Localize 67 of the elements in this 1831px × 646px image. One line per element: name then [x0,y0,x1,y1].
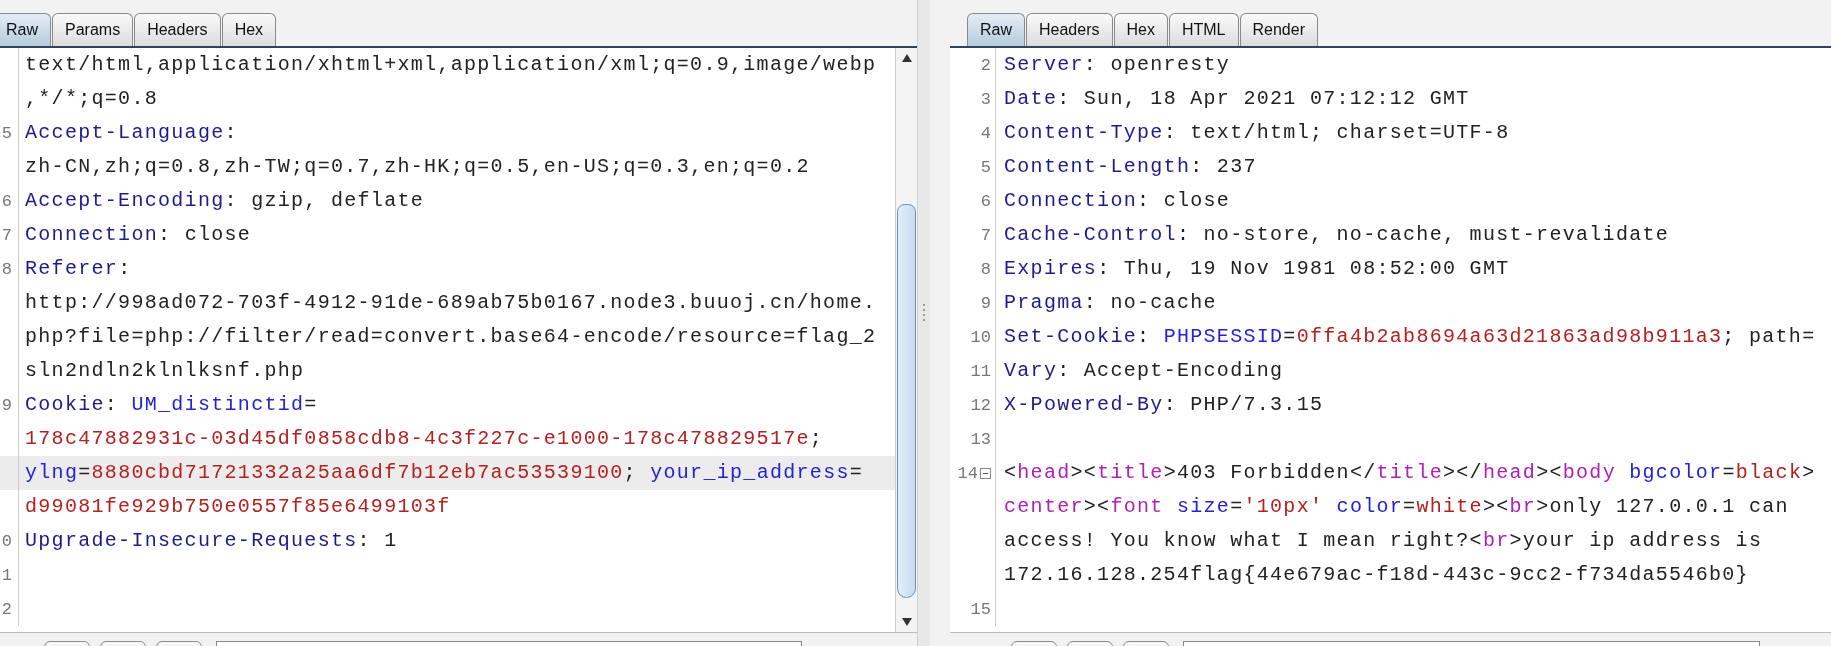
code-line: Accept-Encoding: gzip, deflate [25,188,425,214]
code-line: Referer: [25,256,132,282]
code-line: http://998ad072-703f-4912-91de-689ab75b0167.node3.buuoj.cn/home. [25,290,877,316]
tab[interactable]: Hex [221,13,277,46]
line-number: 15 [970,599,991,619]
line-number: 7 [980,225,991,245]
code-line: Pragma: no-cache [1004,290,1217,316]
code-line: center><font size='10px' color=white><br>only 127.0.0.1 can [1004,494,1789,520]
code-line: Connection: close [25,222,252,248]
tab[interactable]: Render [1239,13,1318,46]
code-line: zh-CN,zh;q=0.8,zh-TW;q=0.7,zh-HK;q=0.5,en-US;q=0.3,en;q=0.2 [25,154,810,180]
scrollbar-thumb[interactable] [897,204,916,598]
line-number: 0 [1,531,12,551]
tab[interactable]: HTML [1168,13,1239,46]
line-number: 10 [970,327,991,347]
up-arrow-icon[interactable] [901,54,912,62]
code-line: Connection: close [1004,188,1231,214]
code-line: php?file=php://filter/read=convert.base64-encode/resource=flag_2 [25,324,877,350]
code-line: Upgrade-Insecure-Requests: 1 [25,528,398,554]
tab[interactable]: Hex [1113,13,1168,46]
code-line: <head><title>403 Forbidden</title></head><body bgcolor=black> [1004,460,1816,486]
tab[interactable]: Raw [967,13,1025,46]
line-number: 14 [957,463,978,483]
code-line: 172.16.128.254flag{44e679ac-f18d-443c-9cc2-f734da5546b0} [1004,562,1749,588]
code-line: Accept-Language: [25,120,238,146]
code-line: d99081fe929b750e0557f85e6499103f [25,494,451,520]
code-line: Set-Cookie: PHPSESSID=0ffa4b2ab8694a63d21863ad98b911a3; path= [1004,324,1816,350]
tab[interactable]: Headers [134,13,221,46]
line-number: 11 [970,361,991,381]
line-number: 4 [980,123,991,143]
line-number: 12 [970,395,991,415]
line-number: 13 [970,429,991,449]
grip-icon[interactable] [922,303,926,323]
code-line: ylng=8880cbd71721332a25aa6df7b12eb7ac53539100; your_ip_address= [25,460,864,486]
line-number: 2 [980,55,991,75]
line-number: 9 [980,293,991,313]
code-line: 178c47882931c-03d45df0858cdb8-4c3f227c-e1000-178c478829517e; [25,426,824,452]
line-number: 6 [1,191,12,211]
line-number: 5 [980,157,991,177]
tab[interactable]: Params [52,13,134,46]
tab[interactable]: Headers [1026,13,1113,46]
code-line: text/html,application/xhtml+xml,application/xml;q=0.9,image/webp [25,52,877,78]
code-line: access! You know what I mean right?<br>your ip address is [1004,528,1763,554]
line-number: 8 [980,259,991,279]
line-number: 6 [980,191,991,211]
code-line: ,*/*;q=0.8 [25,86,159,112]
tab[interactable]: Raw [0,13,51,46]
code-line: Server: openresty [1004,52,1231,78]
line-number: 3 [980,89,991,109]
down-arrow-icon[interactable] [901,618,912,626]
line-number: 2 [1,599,12,619]
line-number: 5 [1,123,12,143]
code-line: Vary: Accept-Encoding [1004,358,1284,384]
code-line: Cookie: UM_distinctid= [25,392,318,418]
code-line: Content-Length: 237 [1004,154,1257,180]
code-line: Expires: Thu, 19 Nov 1981 08:52:00 GMT [1004,256,1510,282]
line-number: 7 [1,225,12,245]
code-line: sln2ndln2klnlksnf.php [25,358,305,384]
code-line: Content-Type: text/html; charset=UTF-8 [1004,120,1510,146]
vertical-scrollbar[interactable] [895,48,917,632]
line-number: 1 [1,565,12,585]
code-line: Cache-Control: no-store, no-cache, must-revalidate [1004,222,1670,248]
code-line: Date: Sun, 18 Apr 2021 07:12:12 GMT [1004,86,1470,112]
line-number: 8 [1,259,12,279]
line-number: 9 [1,395,12,415]
code-line: X-Powered-By: PHP/7.3.15 [1004,392,1324,418]
collapse-icon[interactable] [980,467,991,479]
